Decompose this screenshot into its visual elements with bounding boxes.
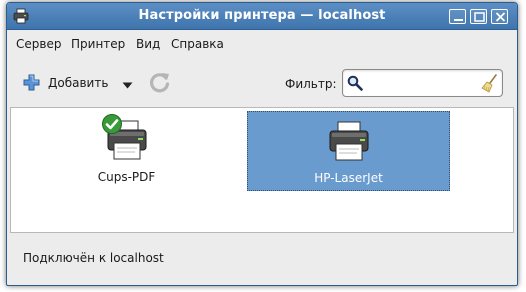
filter-label: Фильтр:: [285, 77, 337, 91]
menu-bar: Сервер Принтер Вид Справка: [7, 30, 517, 57]
printer-settings-window: Настройки принтера — localhost Сервер Пр…: [6, 2, 518, 286]
close-button[interactable]: [491, 9, 508, 24]
close-icon: [495, 12, 506, 22]
title-bar[interactable]: Настройки принтера — localhost: [7, 3, 517, 30]
refresh-icon: [150, 73, 170, 93]
add-printer-button[interactable]: Добавить: [19, 69, 137, 95]
status-text: Подключён к localhost: [23, 251, 164, 265]
status-bar: Подключён к localhost: [7, 235, 517, 285]
refresh-button[interactable]: [148, 70, 172, 94]
plus-icon: [23, 74, 40, 94]
printer-icon: [101, 114, 149, 165]
toolbar: Добавить Фильтр:: [7, 57, 517, 107]
menu-view[interactable]: Вид: [136, 37, 160, 51]
printer-item[interactable]: Cups-PDF: [25, 111, 228, 191]
menu-help[interactable]: Справка: [171, 37, 224, 51]
printer-name: HP-LaserJet: [314, 171, 383, 185]
minimize-button[interactable]: [449, 9, 466, 24]
printer-item-selected[interactable]: HP-LaserJet: [247, 111, 450, 191]
printer-list: Cups-PDF HP-LaserJet: [10, 107, 514, 233]
printer-icon: [327, 118, 371, 166]
dropdown-arrow-icon[interactable]: [122, 78, 133, 92]
filter-field[interactable]: [342, 69, 503, 97]
filter-input[interactable]: [367, 73, 475, 93]
menu-printer[interactable]: Принтер: [71, 37, 125, 51]
add-button-label: Добавить: [48, 76, 109, 90]
maximize-icon: [474, 12, 485, 22]
menu-server[interactable]: Сервер: [16, 37, 61, 51]
minimize-icon: [454, 19, 463, 21]
checkmark-icon: [101, 114, 122, 134]
clear-broom-icon[interactable]: [481, 74, 499, 96]
search-icon[interactable]: [347, 75, 363, 94]
maximize-button[interactable]: [470, 9, 487, 24]
window-title: Настройки принтера — localhost: [138, 8, 386, 23]
printer-name: Cups-PDF: [97, 170, 156, 184]
